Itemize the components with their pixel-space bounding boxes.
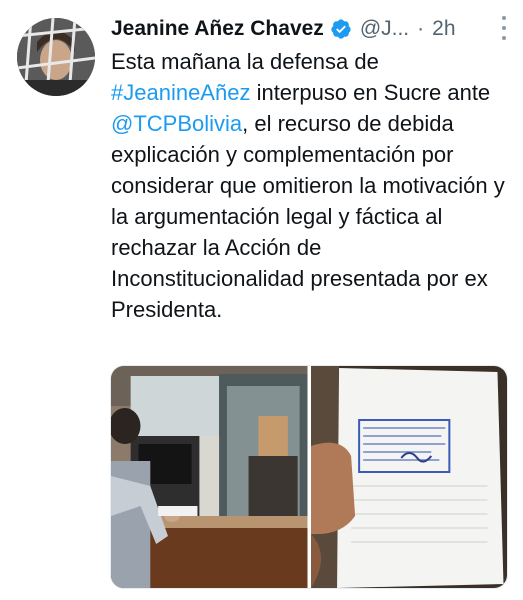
- separator-dot: ·: [417, 17, 425, 40]
- tweet-text-part: Esta mañana la defensa de: [111, 49, 379, 74]
- author-avatar[interactable]: [17, 18, 95, 96]
- hashtag-link[interactable]: #JeanineAñez: [111, 80, 250, 105]
- more-vertical-icon[interactable]: [501, 16, 507, 40]
- author-name[interactable]: Jeanine Añez Chavez: [111, 17, 324, 41]
- author-handle[interactable]: @J...: [360, 17, 409, 41]
- tweet-header: Jeanine Añez Chavez @J... · 2h: [111, 14, 523, 44]
- verified-badge-icon: [330, 18, 352, 40]
- tweet-media: [110, 365, 508, 589]
- tweet-text: Esta mañana la defensa de #JeanineAñez i…: [111, 46, 511, 325]
- photo-office-window[interactable]: [111, 366, 308, 588]
- photo-stamped-document[interactable]: [310, 366, 507, 588]
- mention-link[interactable]: @TCPBolivia: [111, 111, 242, 136]
- tweet-text-part: interpuso en Sucre ante: [250, 80, 491, 105]
- tweet-timestamp[interactable]: 2h: [432, 17, 455, 41]
- tweet-text-part: , el recurso de debida explicación y com…: [111, 111, 505, 322]
